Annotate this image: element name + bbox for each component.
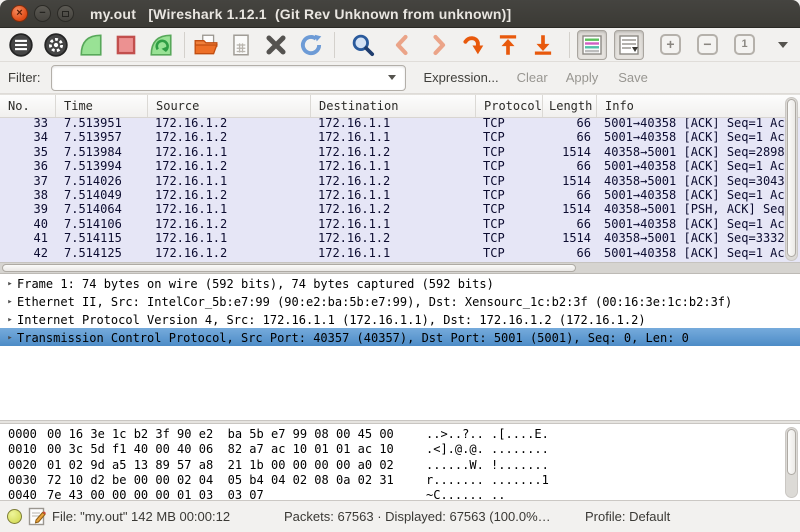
- autoscroll-toggle-button[interactable]: [614, 30, 644, 60]
- status-profile[interactable]: Profile: Default: [585, 509, 670, 524]
- toolbar-overflow-icon[interactable]: [778, 42, 788, 48]
- toolbar-separator: [569, 32, 570, 58]
- packet-row[interactable]: 387.514049172.16.1.2172.16.1.1TCP665001→…: [0, 188, 800, 202]
- toolbar-separator: [184, 32, 185, 58]
- packet-row[interactable]: 407.514106172.16.1.2172.16.1.1TCP665001→…: [0, 217, 800, 231]
- column-header-destination[interactable]: Destination: [311, 95, 476, 117]
- apply-button[interactable]: Apply: [566, 70, 599, 85]
- go-to-bottom-icon[interactable]: [529, 31, 557, 59]
- expander-icon[interactable]: ▸: [3, 275, 17, 293]
- packet-row[interactable]: 397.514064172.16.1.1172.16.1.2TCP1514403…: [0, 202, 800, 216]
- filter-label: Filter:: [8, 70, 41, 85]
- detail-row-tcp-selected[interactable]: ▸Transmission Control Protocol, Src Port…: [0, 328, 800, 346]
- window-close-button[interactable]: ×: [11, 5, 28, 22]
- column-header-source[interactable]: Source: [148, 95, 311, 117]
- column-header-protocol[interactable]: Protocol: [476, 95, 543, 117]
- expander-icon[interactable]: ▸: [3, 311, 17, 329]
- zoom-normal-button[interactable]: 1: [734, 34, 755, 55]
- clear-button[interactable]: Clear: [517, 70, 548, 85]
- packet-row[interactable]: 337.513951172.16.1.2172.16.1.1TCP665001→…: [0, 118, 800, 130]
- wireshark-window: × − my.out [Wireshark 1.12.1 (Git Rev Un…: [0, 0, 800, 532]
- detail-row-ip[interactable]: ▸Internet Protocol Version 4, Src: 172.1…: [0, 310, 800, 328]
- detail-row-frame[interactable]: ▸Frame 1: 74 bytes on wire (592 bits), 7…: [0, 274, 800, 292]
- reload-icon[interactable]: [297, 31, 325, 59]
- go-to-top-icon[interactable]: [494, 31, 522, 59]
- column-header-length[interactable]: Length: [543, 95, 597, 117]
- file-open-icon[interactable]: [192, 31, 220, 59]
- window-minimize-button[interactable]: −: [34, 5, 51, 22]
- filter-input[interactable]: [52, 67, 388, 89]
- titlebar: × − my.out [Wireshark 1.12.1 (Git Rev Un…: [0, 0, 800, 28]
- hex-row[interactable]: 00407e 43 00 00 00 00 01 03 03 07~C.....…: [0, 488, 800, 500]
- hex-row[interactable]: 002001 02 9d a5 13 89 57 a8 21 1b 00 00 …: [0, 458, 800, 473]
- expression-button[interactable]: Expression...: [424, 70, 499, 85]
- scrollbar-thumb[interactable]: [2, 264, 576, 272]
- hex-view-scrollbar[interactable]: [785, 427, 798, 498]
- status-bar: File: "my.out" 142 MB 00:00:12 Packets: …: [0, 500, 800, 532]
- file-save-icon[interactable]: [227, 31, 255, 59]
- hex-row[interactable]: 003072 10 d2 be 00 00 02 04 05 b4 04 02 …: [0, 473, 800, 488]
- capture-comment-icon[interactable]: [28, 507, 47, 529]
- column-header-no[interactable]: No.: [0, 95, 56, 117]
- file-close-icon[interactable]: [262, 31, 290, 59]
- column-header-info[interactable]: Info: [597, 95, 800, 117]
- packet-row[interactable]: 427.514125172.16.1.2172.16.1.1TCP665001→…: [0, 246, 800, 260]
- packet-list-hscrollbar[interactable]: [0, 262, 800, 273]
- filter-combobox[interactable]: [51, 65, 406, 91]
- hex-row[interactable]: 000000 16 3e 1c b2 3f 90 e2 ba 5b e7 99 …: [0, 427, 800, 442]
- scrollbar-thumb[interactable]: [787, 99, 796, 257]
- expert-info-icon[interactable]: [7, 509, 22, 524]
- packet-details-pane: ▸Frame 1: 74 bytes on wire (592 bits), 7…: [0, 273, 800, 420]
- filter-bar: Filter: Expression... Clear Apply Save: [0, 62, 800, 94]
- save-button[interactable]: Save: [618, 70, 648, 85]
- expander-icon[interactable]: ▸: [3, 293, 17, 311]
- toolbar-separator: [334, 32, 335, 58]
- capture-restart-icon[interactable]: [147, 31, 175, 59]
- packet-row[interactable]: 367.513994172.16.1.2172.16.1.1TCP665001→…: [0, 159, 800, 173]
- status-file-info: File: "my.out" 142 MB 00:00:12: [52, 509, 230, 524]
- packet-row[interactable]: 347.513957172.16.1.2172.16.1.1TCP665001→…: [0, 130, 800, 144]
- go-to-packet-icon[interactable]: [459, 31, 487, 59]
- packet-row[interactable]: 417.514115172.16.1.1172.16.1.2TCP1514403…: [0, 231, 800, 245]
- packet-row[interactable]: 377.514026172.16.1.1172.16.1.2TCP1514403…: [0, 174, 800, 188]
- packet-list: 337.513951172.16.1.2172.16.1.1TCP665001→…: [0, 118, 800, 262]
- packet-list-scrollbar[interactable]: [785, 97, 798, 261]
- zoom-out-button[interactable]: −: [697, 34, 718, 55]
- scrollbar-thumb[interactable]: [787, 429, 796, 475]
- column-header-time[interactable]: Time: [56, 95, 148, 117]
- go-back-icon[interactable]: [389, 31, 417, 59]
- filter-dropdown-icon[interactable]: [388, 75, 396, 80]
- expander-icon[interactable]: ▸: [3, 329, 17, 347]
- hex-row[interactable]: 001000 3c 5d f1 40 00 40 06 82 a7 ac 10 …: [0, 442, 800, 457]
- hex-view-pane: 000000 16 3e 1c b2 3f 90 e2 ba 5b e7 99 …: [0, 424, 800, 500]
- zoom-in-button[interactable]: +: [660, 34, 681, 55]
- go-forward-icon[interactable]: [424, 31, 452, 59]
- status-packets-info: Packets: 67563 · Displayed: 67563 (100.0…: [284, 509, 551, 524]
- colorize-toggle-button[interactable]: [577, 30, 607, 60]
- packet-row[interactable]: 357.513984172.16.1.1172.16.1.2TCP1514403…: [0, 145, 800, 159]
- detail-row-ethernet[interactable]: ▸Ethernet II, Src: IntelCor_5b:e7:99 (90…: [0, 292, 800, 310]
- capture-stop-icon[interactable]: [112, 31, 140, 59]
- window-title: my.out [Wireshark 1.12.1 (Git Rev Unknow…: [90, 6, 511, 22]
- capture-start-icon[interactable]: [77, 31, 105, 59]
- list-interfaces-icon[interactable]: [7, 31, 35, 59]
- capture-options-icon[interactable]: [42, 31, 70, 59]
- main-toolbar: + − 1: [0, 28, 800, 62]
- window-maximize-button[interactable]: [57, 5, 74, 22]
- packet-list-header: No. Time Source Destination Protocol Len…: [0, 94, 800, 118]
- find-packet-icon[interactable]: [349, 31, 377, 59]
